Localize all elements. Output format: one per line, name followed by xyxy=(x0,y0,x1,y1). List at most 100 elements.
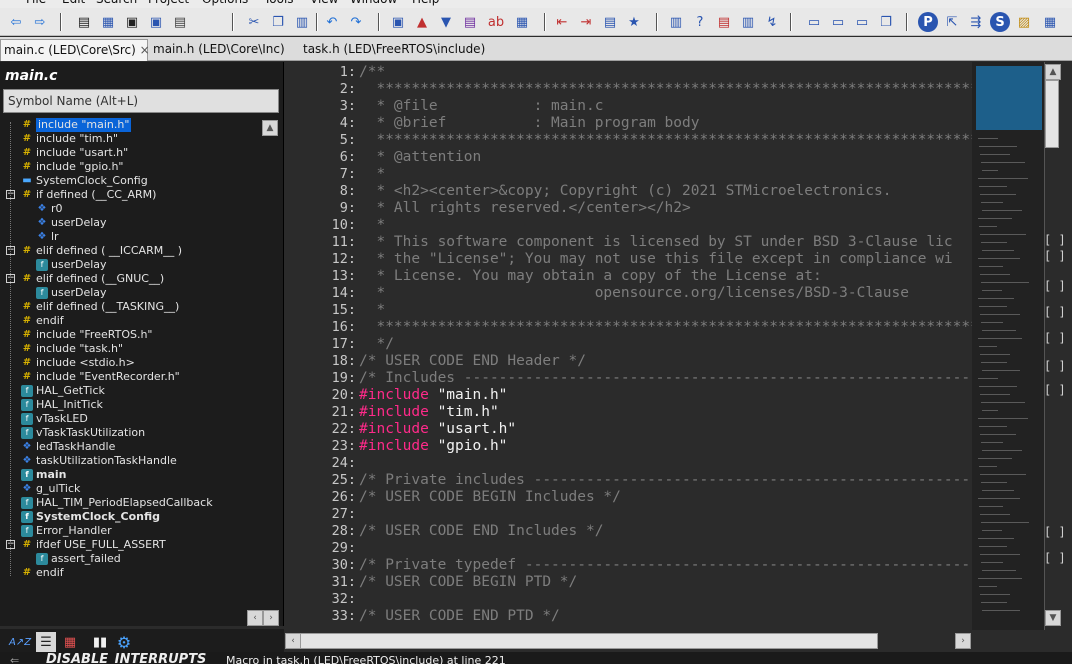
scroll-up-icon[interactable]: ▲ xyxy=(262,120,278,136)
symbol-item[interactable]: f HAL_TIM_PeriodElapsedCallback xyxy=(21,496,213,510)
scroll-down-icon[interactable]: ▼ xyxy=(1045,610,1061,626)
context-icon[interactable]: ▥ xyxy=(738,12,758,32)
tab-task-h[interactable]: task.h (LED\FreeRTOS\include) xyxy=(300,39,500,61)
symbol-item[interactable]: ❖ lr xyxy=(36,230,59,244)
bookmark-next-icon[interactable]: ⇥ xyxy=(576,12,596,32)
code-line[interactable]: ****************************************… xyxy=(359,132,972,149)
code-line[interactable]: #include "usart.h" xyxy=(359,421,516,438)
symbol-item[interactable]: # include "tim.h" xyxy=(21,132,118,146)
overview-minimap[interactable] xyxy=(972,62,1044,630)
tile-v-icon[interactable]: ▭ xyxy=(828,12,848,32)
tab-main-c[interactable]: main.c (LED\Core\Src) × xyxy=(0,39,150,61)
scroll-left-icon[interactable]: ‹ xyxy=(285,633,301,649)
paste-icon[interactable]: ▥ xyxy=(292,12,312,32)
bookmark-prev-icon[interactable]: ⇤ xyxy=(552,12,572,32)
symbol-item[interactable]: # endif xyxy=(21,566,64,580)
code-line[interactable]: /* USER CODE BEGIN PTD */ xyxy=(359,574,577,591)
code-line[interactable]: /* USER CODE BEGIN Includes */ xyxy=(359,489,621,506)
tile-h-icon[interactable]: ▭ xyxy=(804,12,824,32)
symbol-item[interactable]: # ifdef USE_FULL_ASSERT xyxy=(21,538,166,552)
code-line[interactable]: /* Private includes --------------------… xyxy=(359,472,972,489)
cascade-icon[interactable]: ❐ xyxy=(876,12,896,32)
back-icon[interactable]: ⇦ xyxy=(6,12,26,32)
menu-item[interactable]: Search xyxy=(96,0,137,6)
code-line[interactable]: /* Includes ----------------------------… xyxy=(359,370,972,387)
menu-item[interactable]: File xyxy=(26,0,46,6)
code-line[interactable]: * @file : main.c xyxy=(359,98,603,115)
rename-icon[interactable]: ↯ xyxy=(762,12,782,32)
symbol-item[interactable]: f userDelay xyxy=(36,258,107,272)
scroll-right-icon[interactable]: › xyxy=(263,610,279,626)
save-all-icon[interactable]: ▣ xyxy=(146,12,166,32)
code-line[interactable]: * the "License"; You may not use this fi… xyxy=(359,251,952,268)
find-next-icon[interactable]: ▲ xyxy=(412,12,432,32)
menu-item[interactable]: Project xyxy=(148,0,189,6)
symbol-item[interactable]: ❖ taskUtilizationTaskHandle xyxy=(21,454,177,468)
code-line[interactable]: /* USER CODE END Includes */ xyxy=(359,523,603,540)
symbol-item[interactable]: # include "usart.h" xyxy=(21,146,128,160)
symbol-item[interactable]: # include <stdio.h> xyxy=(21,356,135,370)
code-line[interactable]: * opensource.org/licenses/BSD-3-Clause xyxy=(359,285,909,302)
code-line[interactable]: * xyxy=(359,217,385,234)
editor-scroll-thumb[interactable] xyxy=(1045,80,1059,148)
category-icon[interactable]: ▦ xyxy=(60,632,80,652)
symbol-item[interactable]: # include "main.h" xyxy=(21,118,132,132)
code-line[interactable]: ****************************************… xyxy=(359,81,972,98)
code-line[interactable]: * xyxy=(359,166,385,183)
symbol-item[interactable]: ▬ SystemClock_Config xyxy=(21,174,147,188)
scroll-up-icon[interactable]: ▲ xyxy=(1045,64,1061,80)
window-icon[interactable]: ▭ xyxy=(852,12,872,32)
expand-icon[interactable]: ⇱ xyxy=(942,12,962,32)
symbol-horizontal-scrollbar[interactable]: ‹ › xyxy=(3,610,279,626)
scroll-right-icon[interactable]: › xyxy=(955,633,971,649)
code-line[interactable]: #include "tim.h" xyxy=(359,404,499,421)
symbol-icon[interactable]: ⇶ xyxy=(966,12,986,32)
code-line[interactable]: */ xyxy=(359,336,393,353)
copy-icon[interactable]: ❐ xyxy=(268,12,288,32)
symbol-item[interactable]: ❖ g_ulTick xyxy=(21,482,81,496)
minimap-viewport[interactable] xyxy=(976,66,1042,130)
menu-item[interactable]: Window xyxy=(350,0,397,6)
symbol-search-input[interactable]: Symbol Name (Alt+L) xyxy=(3,89,279,113)
symbol-item[interactable]: ❖ ledTaskHandle xyxy=(21,440,116,454)
menu-item[interactable]: Options xyxy=(202,0,248,6)
symbol-item[interactable]: # include "FreeRTOS.h" xyxy=(21,328,153,342)
redo-icon[interactable]: ↷ xyxy=(346,12,366,32)
symbol-item[interactable]: f userDelay xyxy=(36,286,107,300)
open-file-icon[interactable]: ▦ xyxy=(98,12,118,32)
sort-az-icon[interactable]: A↗Z xyxy=(9,632,31,652)
find-prev-icon[interactable]: ▼ xyxy=(436,12,456,32)
new-file-icon[interactable]: ▤ xyxy=(74,12,94,32)
list-view-icon[interactable]: ☰ xyxy=(36,632,56,652)
browse-file-icon[interactable]: ▨ xyxy=(1014,12,1034,32)
browse-icon[interactable]: ▦ xyxy=(512,12,532,32)
symbol-item[interactable]: f HAL_GetTick xyxy=(21,384,105,398)
code-line[interactable]: * @attention xyxy=(359,149,481,166)
undo-icon[interactable]: ↶ xyxy=(322,12,342,32)
symbol-item[interactable]: # include "EventRecorder.h" xyxy=(21,370,180,384)
scroll-left-icon[interactable]: ‹ xyxy=(247,610,263,626)
symbol-item[interactable]: # endif xyxy=(21,314,64,328)
code-line[interactable]: /** xyxy=(359,64,385,81)
code-line[interactable]: * License. You may obtain a copy of the … xyxy=(359,268,821,285)
code-line[interactable]: * All rights reserved.</center></h2> xyxy=(359,200,690,217)
symbol-item[interactable]: f vTaskLED xyxy=(21,412,88,426)
symbol-item[interactable]: ❖ userDelay xyxy=(36,216,107,230)
symbol-item[interactable]: f assert_failed xyxy=(36,552,121,566)
editor-hscroll-thumb[interactable] xyxy=(300,633,878,649)
forward-icon[interactable]: ⇨ xyxy=(30,12,50,32)
relation-icon[interactable]: ▤ xyxy=(714,12,734,32)
symbol-item[interactable]: # elif defined (__GNUC__) xyxy=(21,272,164,286)
code-line[interactable]: /* Private typedef ---------------------… xyxy=(359,557,972,574)
star-icon[interactable]: ★ xyxy=(624,12,644,32)
symbol-item[interactable]: f SystemClock_Config xyxy=(21,510,160,524)
code-line[interactable]: * This software component is licensed by… xyxy=(359,234,952,251)
symbol-item[interactable]: # include "gpio.h" xyxy=(21,160,124,174)
symbol-item[interactable]: f vTaskTaskUtilization xyxy=(21,426,145,440)
settings-icon[interactable]: ⚙ xyxy=(114,632,134,652)
symbol-item[interactable]: # include "task.h" xyxy=(21,342,123,356)
lookup-icon[interactable]: ▥ xyxy=(666,12,686,32)
print-icon[interactable]: ▤ xyxy=(170,12,190,32)
symbol-item[interactable]: f HAL_InitTick xyxy=(21,398,103,412)
tab-main-h[interactable]: main.h (LED\Core\Inc) xyxy=(150,39,298,61)
